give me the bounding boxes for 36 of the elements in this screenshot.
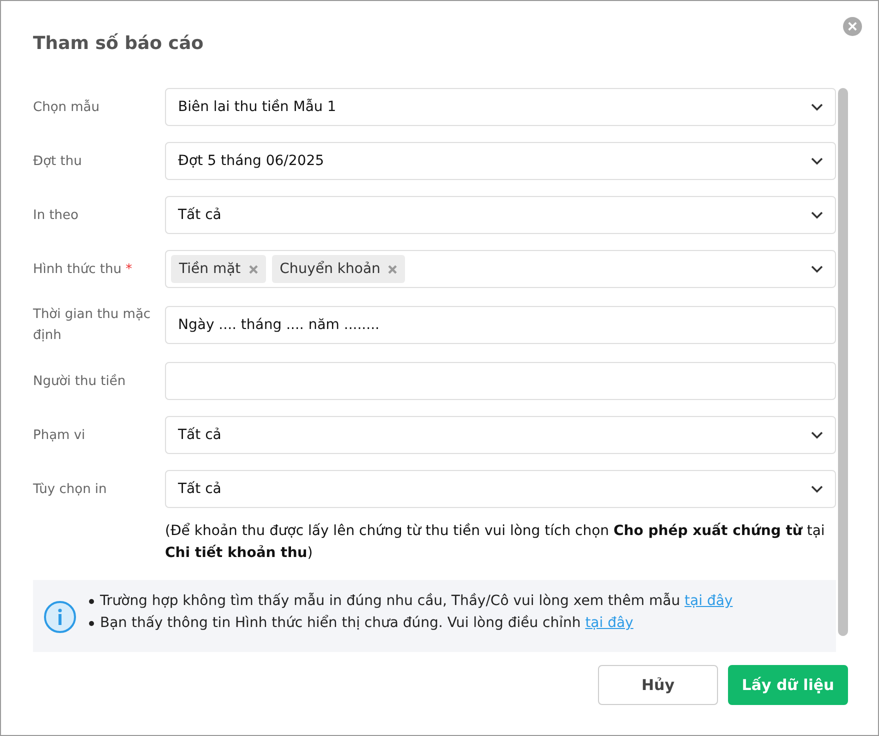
cancel-button[interactable]: Hủy [598,665,718,705]
select-field[interactable]: Biên lai thu tiền Mẫu 1 [165,88,836,126]
chevron-down-icon [811,485,823,493]
bullet-icon [89,620,94,626]
tag: Tiền mặt [171,255,266,283]
info-icon [43,600,77,634]
tag: Chuyển khoản [272,255,406,283]
info-text: Bạn thấy thông tin Hình thức hiển thị chưa đúng. Vui lòng điều chỉnh tại đây [100,614,634,633]
field-label: Chọn mẫu [33,98,101,116]
select-field[interactable]: Tất cả [165,470,836,508]
field-label: Tùy chọn in [33,480,108,498]
chevron-down-icon [811,431,823,439]
select-field[interactable]: Tất cả [165,196,836,234]
chevron-down-icon [811,157,823,165]
multi-select-field[interactable]: Tiền mặt Chuyển khoản [165,250,836,288]
remove-icon[interactable] [388,264,398,274]
field-label: Người thu tiền [33,372,127,390]
field-label: Phạm vi [33,426,86,444]
dialog-title: Tham số báo cáo [33,32,204,56]
field-label: Đợt thu [33,152,83,170]
field-label: Thời gian thu mặc định [33,306,152,345]
scrollbar[interactable] [838,88,848,636]
text-field[interactable]: Ngày .... tháng .... năm ........ [165,306,836,344]
select-field[interactable]: Đợt 5 tháng 06/2025 [165,142,836,180]
select-field[interactable]: Tất cả [165,416,836,454]
remove-icon[interactable] [248,264,258,274]
note-text: (Để khoản thu được lấy lên chứng từ thu tiền vui lòng tích chọn Cho phép xuất chứng từ tại Chi tiết khoản thu) [165,522,826,563]
chevron-down-icon [811,265,823,273]
field-label: In theo [33,206,80,224]
text-field[interactable] [165,362,836,400]
required-mark: * [126,262,132,276]
chevron-down-icon [811,103,823,111]
info-text: Trường hợp không tìm thấy mẫu in đúng nhu cầu, Thầy/Cô vui lòng xem thêm mẫu tại đây [100,592,733,611]
chevron-down-icon [811,211,823,219]
field-label: Hình thức thu * [33,260,134,278]
bullet-icon [89,598,94,604]
